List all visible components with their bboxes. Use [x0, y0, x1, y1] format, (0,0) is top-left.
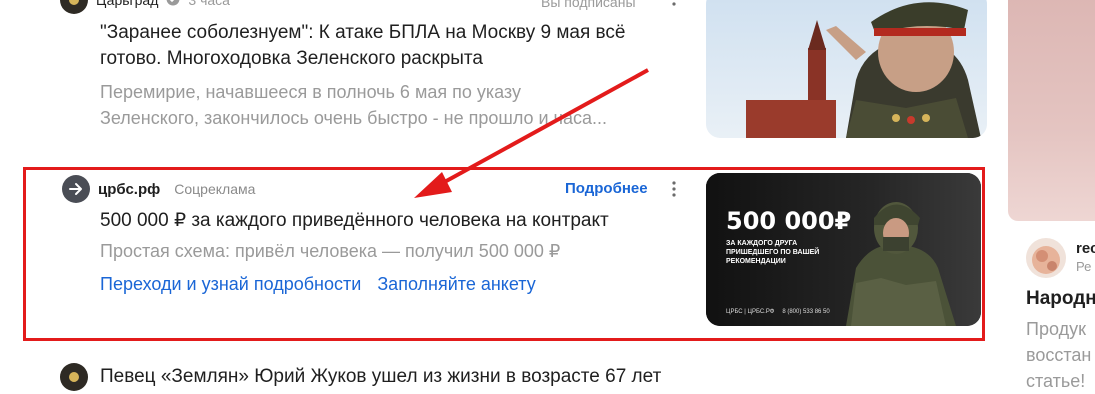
- right-author-name[interactable]: rec: [1076, 240, 1095, 257]
- ad-link-details[interactable]: Переходи и узнай подробности: [100, 274, 361, 295]
- right-author-avatar[interactable]: [1026, 238, 1066, 278]
- ad-title[interactable]: 500 000 ₽ за каждого приведённого челове…: [100, 208, 690, 234]
- banner-brand: ЦРБС | ЦРБС.РФ: [726, 309, 775, 315]
- ad-links: Переходи и узнай подробности Заполняйте …: [100, 274, 536, 295]
- right-card-title[interactable]: Народн: [1026, 288, 1095, 310]
- banner-footer: ЦРБС | ЦРБС.РФ 8 (800) 533 86 50: [726, 309, 830, 315]
- verified-icon: [166, 0, 180, 9]
- more-menu-icon[interactable]: [664, 0, 684, 14]
- right-card-image[interactable]: [1008, 0, 1095, 221]
- right-author-sub: Ре: [1076, 259, 1092, 274]
- ad-menu-icon[interactable]: [664, 179, 684, 199]
- ad-domain[interactable]: црбс.рф: [98, 181, 160, 198]
- source-avatar[interactable]: [60, 0, 88, 14]
- ad-source-row: црбс.рф Соцреклама: [62, 175, 255, 203]
- ad-label: Соцреклама: [174, 181, 256, 197]
- banner-amount: 500 000₽: [726, 207, 852, 235]
- annotation-arrow: [414, 68, 649, 198]
- banner-phone: 8 (800) 533 86 50: [782, 309, 830, 315]
- right-card-snippet[interactable]: Продук восстан статье!: [1026, 316, 1091, 394]
- ad-snippet[interactable]: Простая схема: привёл человека — получил…: [100, 238, 690, 264]
- news-title-3[interactable]: Певец «Землян» Юрий Жуков ушел из жизни …: [100, 364, 720, 390]
- ad-avatar[interactable]: [62, 175, 90, 203]
- ad-banner[interactable]: 500 000₽ ЗА КАЖДОГО ДРУГА ПРИШЕДШЕГО ПО …: [706, 173, 981, 326]
- post-time: 3 часа: [188, 0, 230, 8]
- source-avatar-3[interactable]: [60, 363, 88, 391]
- news-thumbnail[interactable]: [706, 0, 987, 138]
- ad-link-form[interactable]: Заполняйте анкету: [377, 274, 535, 295]
- subscribed-status: Вы подписаны: [541, 0, 636, 10]
- source-name[interactable]: Царьград: [96, 0, 158, 8]
- banner-text: ЗА КАЖДОГО ДРУГА ПРИШЕДШЕГО ПО ВАШЕЙ РЕК…: [726, 240, 820, 265]
